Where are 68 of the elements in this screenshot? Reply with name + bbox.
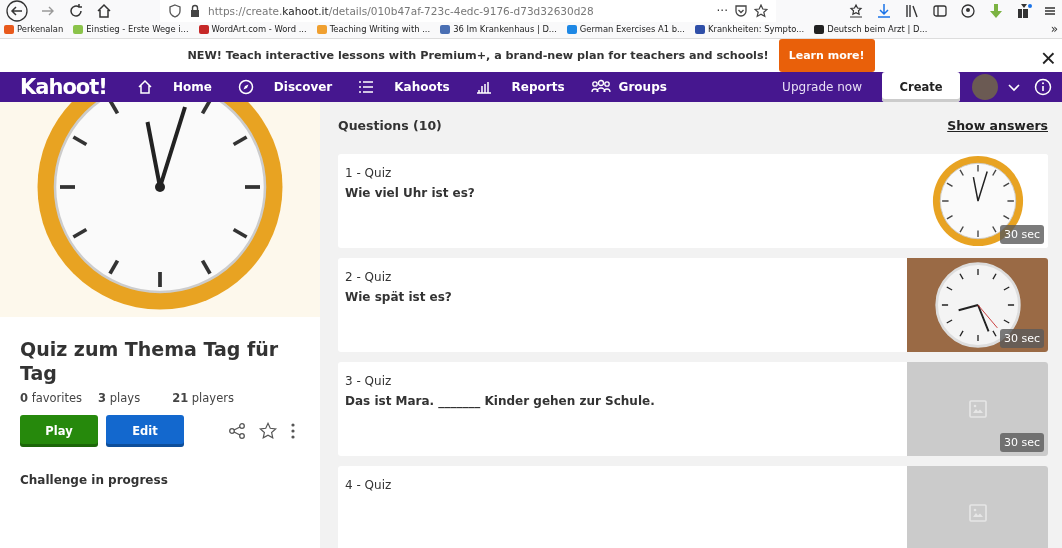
stat-text: 3 plays [98, 391, 141, 405]
more-bookmarks-button[interactable]: » [1050, 22, 1058, 36]
bookmark-item[interactable]: Einstieg - Erste Wege i... [73, 24, 189, 34]
show-answers-link[interactable]: Show answers [947, 117, 1048, 133]
nav-link[interactable]: Kahoots [358, 79, 450, 95]
time-badge: 30 sec [999, 225, 1044, 244]
bookmark-item[interactable]: Krankheiten: Sympto... [694, 24, 805, 34]
nav-link[interactable]: Reports [475, 79, 565, 95]
edit-button[interactable]: Edit [106, 415, 184, 447]
url-text: https://create.kahoot.it/details/010b47af-723c-4edc-9176-d73d32630d28 [208, 5, 595, 17]
home-icon [136, 79, 153, 95]
bookmark-item[interactable]: Perkenalan [4, 24, 64, 34]
bookmark-item[interactable]: WordArt.com - Word ... [198, 24, 307, 34]
question-number: 1 - Quiz [345, 166, 393, 180]
lock-icon [188, 4, 202, 18]
sidebar-icon[interactable] [932, 3, 948, 19]
star-icon[interactable] [258, 422, 278, 440]
reading-list-icon[interactable] [848, 3, 864, 19]
stat-text: 0 favorites [20, 391, 83, 405]
challenge-heading: Challenge in progress [20, 473, 169, 487]
question-text: Das ist Mara. _______ Kinder gehen zur Schule. [345, 394, 656, 408]
address-bar[interactable]: https://create.kahoot.it/details/010b47af-723c-4edc-9176-d73d32630d28 ··· [160, 0, 776, 22]
list-icon [358, 79, 375, 95]
banner-text: NEW! Teach interactive lessons with Premium+, a brand-new plan for teachers and schools! [187, 49, 769, 62]
image-icon [968, 504, 987, 522]
menu-icon[interactable] [1044, 5, 1056, 17]
question-text: Wie viel Uhr ist es? [345, 186, 476, 200]
question-text: Wie spät ist es? [345, 290, 453, 304]
question-card[interactable]: 1 - Quiz Wie viel Uhr ist es? 30 sec [338, 154, 1048, 248]
download-icon[interactable] [876, 3, 892, 19]
image-icon [968, 400, 987, 418]
question-number: 2 - Quiz [345, 270, 393, 284]
question-card[interactable]: 3 - Quiz Das ist Mara. _______ Kinder gehen zur Schule. 30 sec [338, 362, 1048, 456]
pocket-icon[interactable] [734, 4, 748, 18]
page-actions-button[interactable]: ··· [716, 4, 728, 18]
question-card[interactable]: 4 - Quiz [338, 466, 1048, 548]
stat-text: 21 players [172, 391, 234, 405]
question-number: 3 - Quiz [345, 374, 393, 388]
time-badge: 30 sec [999, 433, 1044, 452]
create-button[interactable]: Create [882, 72, 960, 102]
shield-icon [168, 4, 182, 18]
time-badge: 30 sec [999, 329, 1044, 348]
logo[interactable]: Kahoot! [20, 75, 107, 99]
nav-link[interactable]: Groups [590, 78, 667, 96]
close-button[interactable]: × [1040, 45, 1056, 71]
upgrade-link[interactable]: Upgrade now [782, 80, 862, 94]
library-icon[interactable] [904, 3, 920, 19]
play-button[interactable]: Play [20, 415, 98, 447]
back-icon[interactable] [6, 0, 28, 22]
reload-icon[interactable] [68, 3, 84, 19]
compass-icon [237, 79, 254, 95]
bookmark-item[interactable]: Teaching Writing with ... [316, 24, 431, 34]
account-icon[interactable] [960, 3, 976, 19]
bookmark-item[interactable]: Deutsch beim Arzt | D... [814, 24, 928, 34]
nav-link[interactable]: Home [136, 79, 212, 95]
question-number: 4 - Quiz [345, 478, 393, 492]
kahoot-title: Quiz zum Thema Tag für Tag [20, 337, 280, 385]
question-card[interactable]: 2 - Quiz Wie spät ist es? 30 sec [338, 258, 1048, 352]
bar-chart-icon [475, 79, 492, 95]
bookmark-item[interactable]: German Exercises A1 b... [566, 24, 685, 34]
nav-link[interactable]: Discover [237, 79, 333, 95]
bookmark-item[interactable]: 36 Im Krankenhaus | D... [440, 24, 557, 34]
more-options-icon[interactable] [290, 422, 296, 440]
info-icon[interactable] [1034, 78, 1052, 96]
share-icon[interactable] [228, 422, 246, 440]
questions-heading: Questions (10) [338, 117, 442, 133]
home-icon[interactable] [96, 3, 112, 19]
star-icon[interactable] [754, 4, 768, 18]
